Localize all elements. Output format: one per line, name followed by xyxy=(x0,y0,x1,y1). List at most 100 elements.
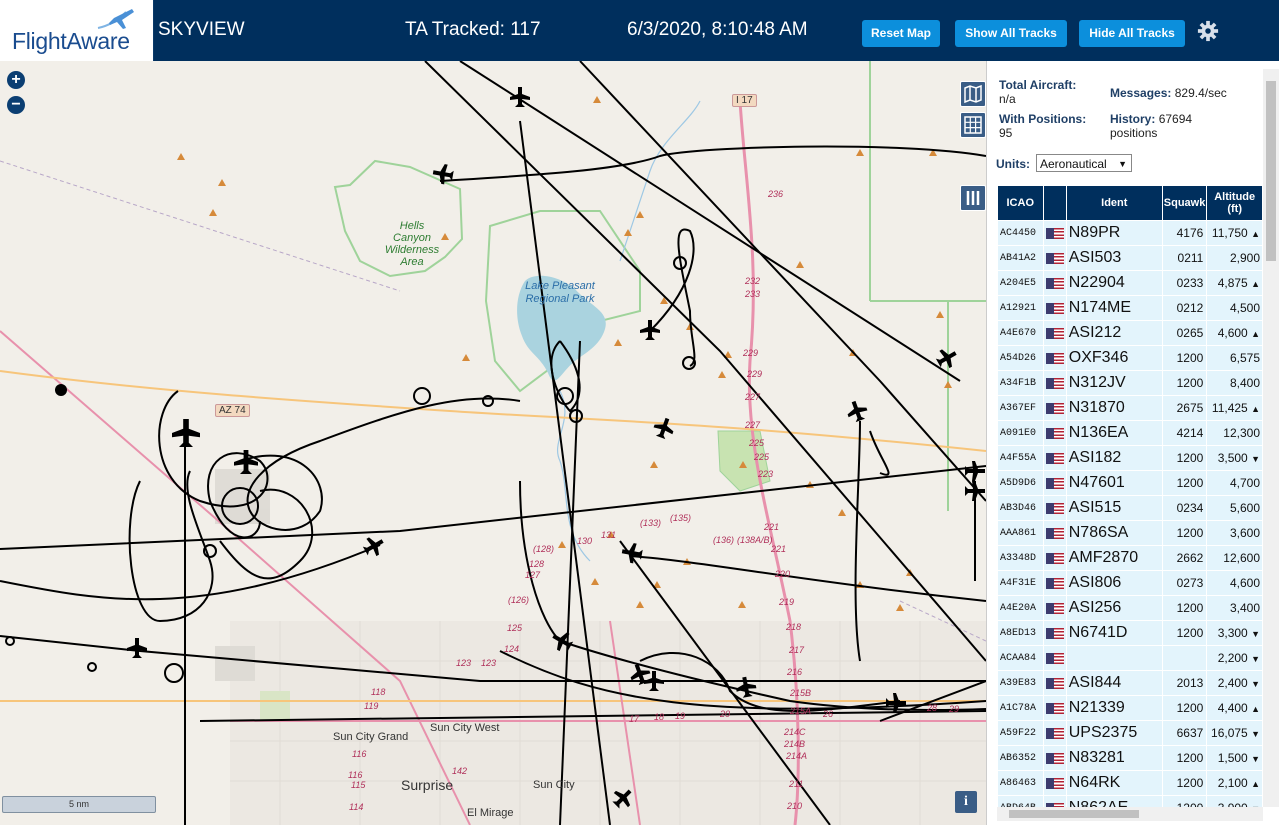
trend-icon: ▼ xyxy=(1251,454,1260,464)
place-label: Sun City xyxy=(533,779,575,791)
altitude-cell: 16,075 ▼ xyxy=(1206,720,1263,746)
columns-toggle-button[interactable] xyxy=(960,185,986,211)
ta-tracked-count: TA Tracked: 117 xyxy=(405,19,541,40)
table-row[interactable]: A4F55A ASI182 1200 3,500 ▼ xyxy=(997,445,1263,471)
route-number: 214C xyxy=(784,727,806,737)
ident-cell: ASI503 xyxy=(1065,245,1163,271)
us-flag-icon xyxy=(1045,753,1064,765)
us-flag-icon xyxy=(1045,628,1064,640)
route-number: (126) xyxy=(508,595,530,605)
horizontal-scrollbar-thumb[interactable] xyxy=(1009,810,1139,818)
icao-cell: A8ED13 xyxy=(997,620,1044,646)
zoom-in-button[interactable]: + xyxy=(7,71,25,89)
table-row[interactable]: A1C78A N21339 1200 4,400 ▲ xyxy=(997,695,1263,721)
gear-icon[interactable] xyxy=(1197,20,1219,42)
flag-cell xyxy=(1042,370,1067,396)
map-view[interactable]: I 17 AZ 74 Hells Canyon Wilderness Area … xyxy=(0,61,986,825)
route-number: 116 xyxy=(348,770,363,780)
route-number: 216 xyxy=(787,667,803,677)
table-row[interactable]: AB3D46 ASI515 0234 5,600 xyxy=(997,495,1263,521)
table-row[interactable]: A367EF N31870 2675 11,425 ▲ xyxy=(997,395,1263,421)
icao-cell: A86463 xyxy=(997,770,1044,796)
flag-column-header[interactable] xyxy=(1042,185,1067,221)
route-number: 20 xyxy=(720,709,731,719)
table-row[interactable]: AAA861 N786SA 1200 3,600 xyxy=(997,520,1263,546)
squawk-cell xyxy=(1161,645,1208,671)
squawk-cell: 0233 xyxy=(1161,270,1208,296)
route-number: 227 xyxy=(745,392,761,402)
squawk-cell: 1200 xyxy=(1161,520,1208,546)
squawk-cell: 1200 xyxy=(1161,620,1208,646)
squawk-cell: 1200 xyxy=(1161,595,1208,621)
flag-cell xyxy=(1042,395,1067,421)
table-row[interactable]: A8ED13 N6741D 1200 3,300 ▼ xyxy=(997,620,1263,646)
hide-all-tracks-button[interactable]: Hide All Tracks xyxy=(1079,20,1185,47)
table-row[interactable]: A4E20A ASI256 1200 3,400 xyxy=(997,595,1263,621)
altitude-column-header[interactable]: Altitude (ft) xyxy=(1206,185,1263,221)
altitude-cell: 8,400 xyxy=(1206,370,1263,396)
table-row[interactable]: AB41A2 ASI503 0211 2,900 xyxy=(997,245,1263,271)
route-number: 17 xyxy=(629,714,640,724)
table-row[interactable]: ACAA84 2,200 ▼ xyxy=(997,645,1263,671)
scrollbar-thumb[interactable] xyxy=(1266,81,1276,261)
flag-cell xyxy=(1042,595,1067,621)
flag-cell xyxy=(1042,320,1067,346)
table-row[interactable]: A091E0 N136EA 4214 12,300 xyxy=(997,420,1263,446)
table-row[interactable]: A12921 N174ME 0212 4,500 xyxy=(997,295,1263,321)
table-row[interactable]: A54D26 OXF346 1200 6,575 xyxy=(997,345,1263,371)
table-row[interactable]: A39E83 ASI844 2013 2,400 ▼ xyxy=(997,670,1263,696)
flightaware-logo[interactable]: FlightAware xyxy=(0,0,154,61)
ident-cell: ASI256 xyxy=(1065,595,1163,621)
ident-cell: N136EA xyxy=(1065,420,1163,446)
icao-column-header[interactable]: ICAO xyxy=(997,185,1044,221)
top-bar: FlightAware SKYVIEW TA Tracked: 117 6/3/… xyxy=(0,0,1279,61)
info-button[interactable]: i xyxy=(955,791,977,813)
ident-cell: ASI182 xyxy=(1065,445,1163,471)
altitude-value: 4,875 xyxy=(1217,276,1248,290)
table-row[interactable]: AB6352 N83281 1200 1,500 ▼ xyxy=(997,745,1263,771)
route-number: 128 xyxy=(529,559,545,569)
map-icon xyxy=(964,84,982,104)
ident-cell: N22904 xyxy=(1065,270,1163,296)
flag-cell xyxy=(1042,470,1067,496)
route-number: 233 xyxy=(745,289,761,299)
table-row[interactable]: A86463 N64RK 1200 2,100 ▲ xyxy=(997,770,1263,796)
ident-cell: N312JV xyxy=(1065,370,1163,396)
trend-icon: ▼ xyxy=(1251,629,1260,639)
ident-cell: ASI806 xyxy=(1065,570,1163,596)
table-row[interactable]: A3348D AMF2870 2662 12,600 xyxy=(997,545,1263,571)
trend-icon: ▲ xyxy=(1251,329,1260,339)
table-row[interactable]: A4E670 ASI212 0265 4,600 ▲ xyxy=(997,320,1263,346)
map-canvas[interactable] xyxy=(0,61,986,825)
place-label: Sun City Grand xyxy=(333,731,409,743)
route-number: 18 xyxy=(654,712,665,722)
altitude-cell: 3,400 xyxy=(1206,595,1263,621)
route-number: 236 xyxy=(768,189,784,199)
table-row[interactable]: A204E5 N22904 0233 4,875 ▲ xyxy=(997,270,1263,296)
altitude-cell: 4,600 ▲ xyxy=(1206,320,1263,346)
flag-cell xyxy=(1042,270,1067,296)
us-flag-icon xyxy=(1045,728,1064,740)
squawk-column-header[interactable]: Squawk xyxy=(1161,185,1208,221)
ident-column-header[interactable]: Ident xyxy=(1065,185,1163,221)
altitude-value: 12,600 xyxy=(1223,551,1260,565)
squawk-cell: 1200 xyxy=(1161,345,1208,371)
reset-map-button[interactable]: Reset Map xyxy=(862,20,940,47)
table-row[interactable]: A4F31E ASI806 0273 4,600 xyxy=(997,570,1263,596)
ident-cell: OXF346 xyxy=(1065,345,1163,371)
show-all-tracks-button[interactable]: Show All Tracks xyxy=(955,20,1067,47)
grid-toggle-button[interactable] xyxy=(960,112,986,138)
units-select[interactable]: Aeronautical ▼ xyxy=(1036,154,1132,172)
zoom-out-button[interactable]: − xyxy=(7,96,25,114)
table-header-row: ICAO Ident Squawk Altitude (ft) xyxy=(997,185,1263,221)
table-row[interactable]: A34F1B N312JV 1200 8,400 xyxy=(997,370,1263,396)
flag-cell xyxy=(1042,695,1067,721)
map-layer-button[interactable] xyxy=(960,81,986,107)
table-row[interactable]: AC4450 N89PR 4176 11,750 ▲ xyxy=(997,220,1263,246)
altitude-value: 3,600 xyxy=(1229,526,1260,540)
trend-icon: ▲ xyxy=(1251,229,1260,239)
table-row[interactable]: A5D9D6 N47601 1200 4,700 xyxy=(997,470,1263,496)
route-number: 214B xyxy=(784,739,806,749)
route-number: 221 xyxy=(764,522,780,532)
table-row[interactable]: A59F22 UPS2375 6637 16,075 ▼ xyxy=(997,720,1263,746)
